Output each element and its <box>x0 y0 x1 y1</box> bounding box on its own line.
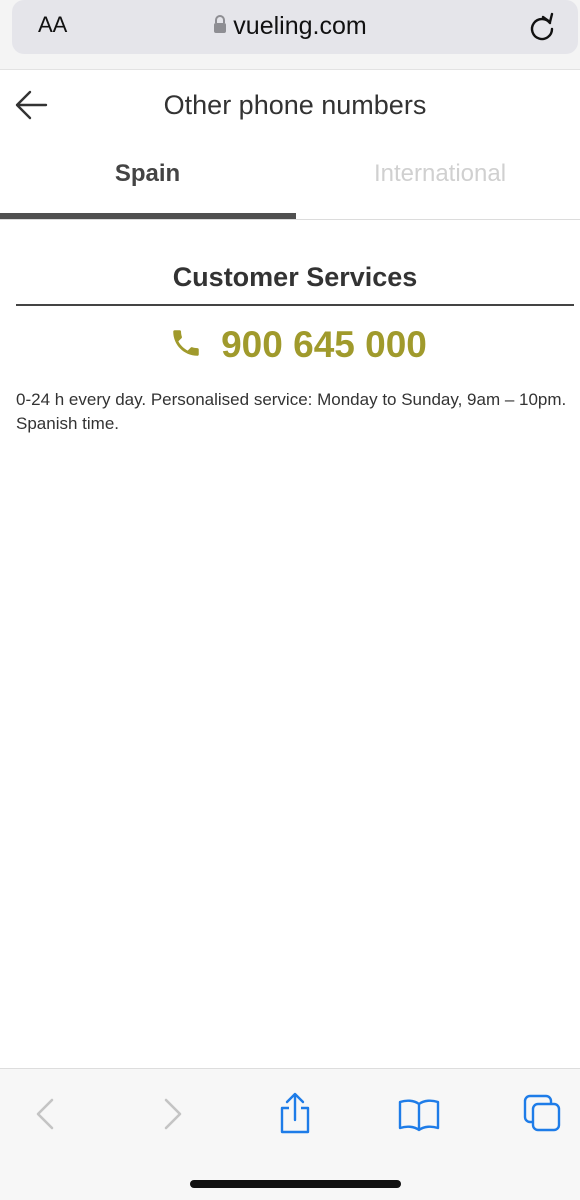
url-text: vueling.com <box>233 12 367 40</box>
url-display[interactable]: vueling.com <box>0 12 580 41</box>
phone-link[interactable]: 900 645 000 <box>0 324 580 366</box>
tabs-icon[interactable] <box>521 1092 565 1136</box>
section-divider <box>16 304 574 306</box>
reload-icon[interactable] <box>528 12 556 47</box>
page-title: Other phone numbers <box>163 90 427 120</box>
lock-icon <box>213 14 227 39</box>
section-title: Customer Services <box>172 262 418 292</box>
chevron-left-icon[interactable] <box>24 1092 68 1136</box>
home-indicator <box>190 1180 401 1188</box>
book-icon[interactable] <box>397 1092 441 1136</box>
tab-spain[interactable]: Spain <box>0 160 295 188</box>
phone-number[interactable]: 900 645 000 <box>221 324 427 366</box>
service-hours-text: 0-24 h every day. Personalised service: … <box>16 390 567 433</box>
share-icon[interactable] <box>273 1092 317 1136</box>
chevron-right-icon[interactable] <box>150 1092 194 1136</box>
phone-icon <box>169 326 203 365</box>
tab-divider <box>0 219 580 220</box>
browser-top-bar: AA vueling.com <box>0 0 580 70</box>
tab-international[interactable]: International <box>295 160 580 188</box>
